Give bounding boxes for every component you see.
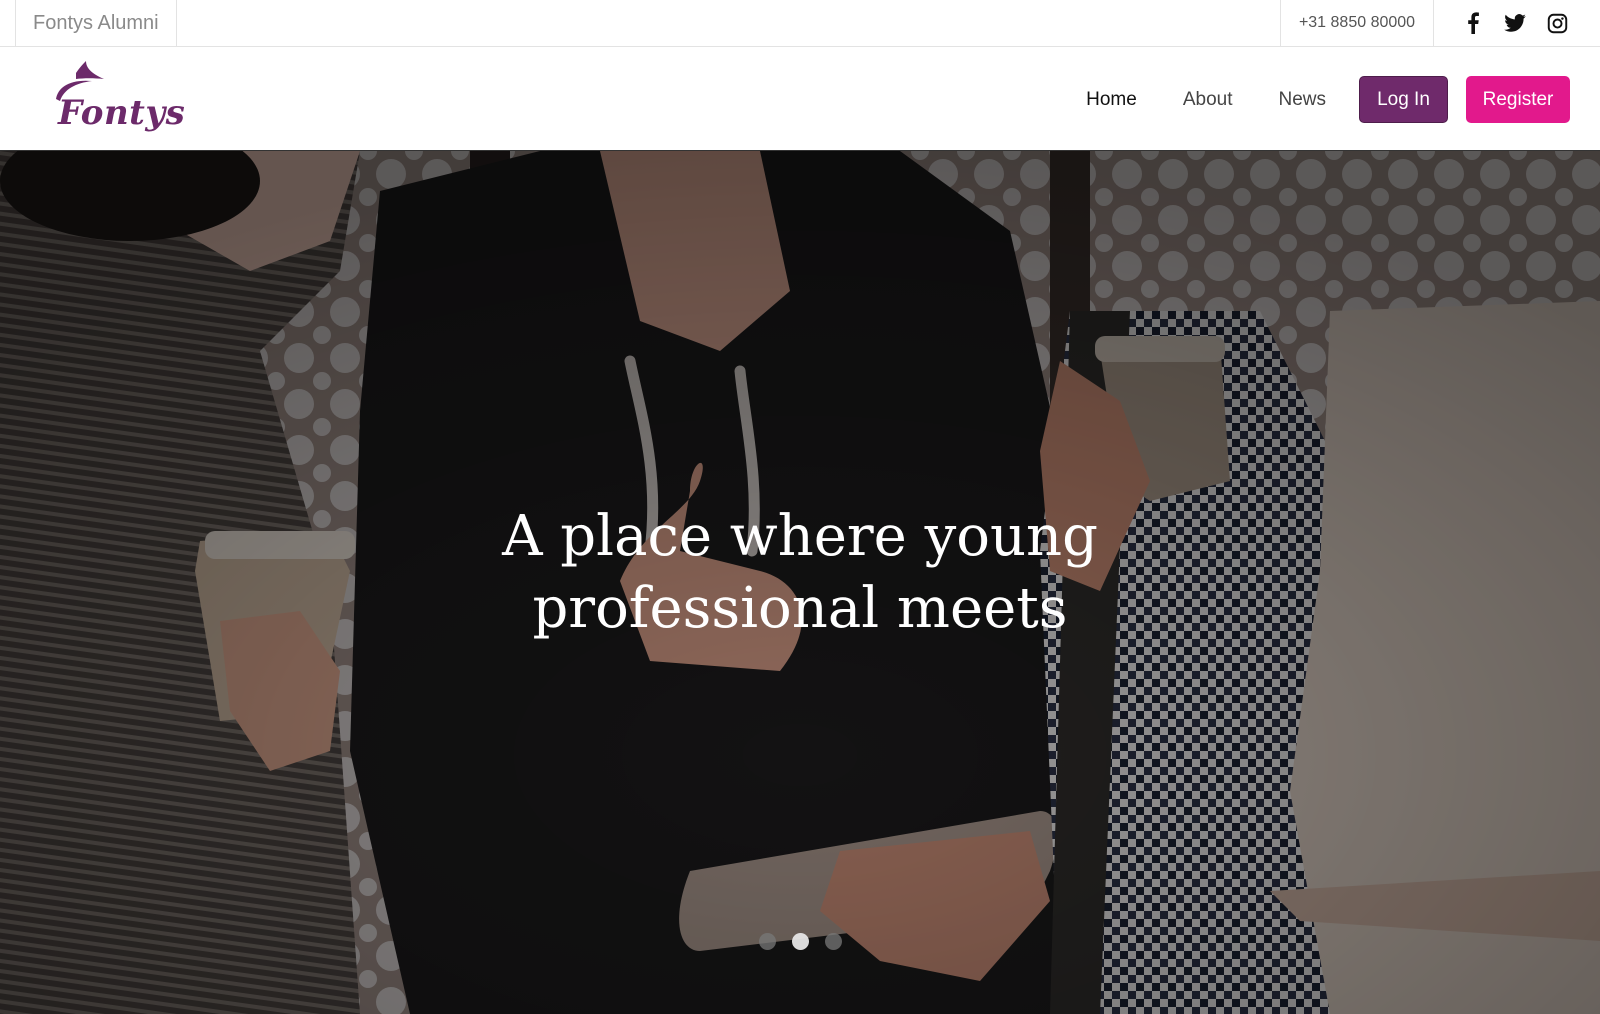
hero-carousel[interactable]: A place where young professional meets — [0, 151, 1600, 1014]
fontys-logo[interactable]: Fontys — [46, 59, 186, 139]
carousel-dot-3[interactable] — [824, 933, 842, 950]
nav-news-link[interactable]: News — [1255, 89, 1349, 111]
hero-caption-text: A place where young professional meets — [502, 504, 1098, 641]
hero-caption: A place where young professional meets — [0, 501, 1600, 645]
carousel-dot-1[interactable] — [758, 933, 776, 950]
site-name[interactable]: Fontys Alumni — [15, 0, 177, 46]
logo-text: Fontys — [58, 93, 186, 133]
main-navbar: Fontys Home About News Log In Register — [0, 47, 1600, 151]
carousel-dot-2[interactable] — [791, 933, 809, 950]
instagram-icon[interactable] — [1536, 0, 1578, 46]
facebook-icon[interactable] — [1452, 0, 1494, 46]
nav-home-link[interactable]: Home — [1063, 89, 1160, 111]
top-bar: Fontys Alumni +31 8850 80000 — [0, 0, 1600, 47]
login-button[interactable]: Log In — [1359, 76, 1448, 123]
phone-number[interactable]: +31 8850 80000 — [1280, 0, 1434, 46]
carousel-indicators — [0, 933, 1600, 950]
nav-links: Home About News Log In Register — [1063, 76, 1570, 123]
register-button[interactable]: Register — [1466, 76, 1570, 123]
nav-about-link[interactable]: About — [1160, 89, 1256, 111]
twitter-icon[interactable] — [1494, 0, 1536, 46]
social-links — [1452, 0, 1578, 46]
